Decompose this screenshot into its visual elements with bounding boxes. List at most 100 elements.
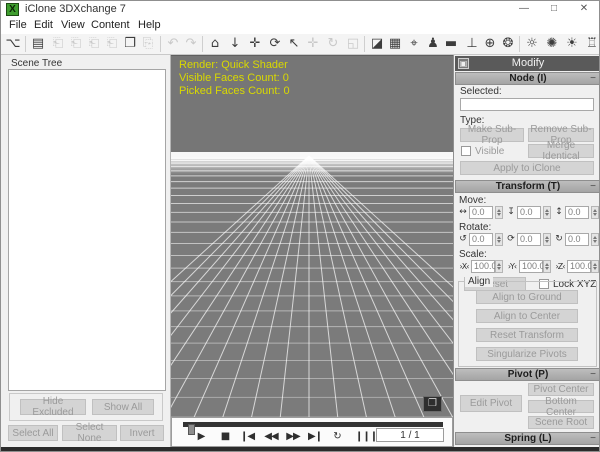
- spin-buttons[interactable]: [591, 260, 599, 273]
- singularize-pivots-button[interactable]: Singularize Pivots: [476, 347, 578, 361]
- world-globe-icon[interactable]: ⊕: [481, 35, 499, 53]
- close-button[interactable]: ✕: [569, 1, 599, 17]
- viewport-3d[interactable]: Render: Quick Shader Visible Faces Count…: [171, 55, 453, 417]
- camera-orbit-icon[interactable]: ⟳: [266, 35, 284, 53]
- select-none-button[interactable]: Select None: [62, 425, 117, 441]
- bottom-center-button[interactable]: Bottom Center: [528, 400, 594, 413]
- grid-toggle-icon[interactable]: ▦: [386, 35, 404, 53]
- scale-x-field[interactable]: 100.0: [471, 260, 495, 273]
- move-y-spinner[interactable]: ↧ 0.0: [505, 206, 551, 219]
- move-x-field[interactable]: 0.0: [469, 206, 493, 219]
- frame-counter-field[interactable]: 1 / 1: [376, 428, 444, 442]
- rotate-z-spinner[interactable]: ↻ 0.0: [553, 233, 599, 246]
- apply-to-iclone-button[interactable]: Apply to iClone: [460, 161, 594, 175]
- rotate-x-field[interactable]: 0.0: [469, 233, 493, 246]
- scene-tree-toggle-icon[interactable]: ⌥: [4, 35, 22, 53]
- spin-buttons[interactable]: [543, 233, 551, 246]
- node-section-header[interactable]: Node (I) −: [455, 72, 600, 85]
- directional-light-icon[interactable]: ☀: [563, 35, 581, 53]
- collapse-icon[interactable]: −: [590, 73, 596, 85]
- fast-forward-button[interactable]: ▶▶: [284, 430, 302, 444]
- hide-excluded-button[interactable]: Hide Excluded: [20, 399, 86, 415]
- frame-mode-button[interactable]: ❙❙❙: [355, 430, 371, 444]
- menu-help[interactable]: Help: [138, 19, 161, 31]
- play-button[interactable]: ▶: [194, 430, 208, 444]
- point-light-icon[interactable]: ☼: [523, 35, 541, 53]
- timeline-track[interactable]: [183, 422, 443, 427]
- reset-transform-button[interactable]: Reset Transform: [476, 328, 578, 342]
- image-display-icon[interactable]: ▬: [442, 35, 460, 53]
- rotate-y-spinner[interactable]: ⟳ 0.0: [505, 233, 551, 246]
- pivot-section-header[interactable]: Pivot (P) −: [455, 368, 600, 381]
- spin-buttons[interactable]: [591, 206, 599, 219]
- merge-identical-button[interactable]: Merge Identical: [528, 144, 594, 158]
- scale-z-field[interactable]: 100.0: [567, 260, 591, 273]
- select-all-button[interactable]: Select All: [8, 425, 58, 441]
- viewport-popout-button[interactable]: ❐: [423, 396, 442, 412]
- align-to-ground-button[interactable]: Align to Ground: [476, 290, 578, 304]
- menu-edit[interactable]: Edit: [34, 19, 53, 31]
- collapse-icon[interactable]: −: [590, 181, 596, 193]
- minimize-button[interactable]: —: [509, 1, 539, 17]
- spin-buttons[interactable]: [543, 260, 551, 273]
- rotate-x-spinner[interactable]: ↺ 0.0: [457, 233, 503, 246]
- menu-content[interactable]: Content: [91, 19, 130, 31]
- edit-pivot-button[interactable]: Edit Pivot: [460, 395, 522, 412]
- spin-buttons[interactable]: [495, 206, 503, 219]
- transform-section-header[interactable]: Transform (T) −: [455, 180, 600, 193]
- align-to-center-button[interactable]: Align to Center: [476, 309, 578, 323]
- move-z-field[interactable]: 0.0: [565, 206, 589, 219]
- scale-y-icon: ›Y‹: [505, 260, 519, 273]
- camera-home-icon[interactable]: ⌂: [206, 35, 224, 53]
- scale-x-spinner[interactable]: ›X‹ 100.0: [457, 260, 503, 273]
- spin-buttons[interactable]: [495, 260, 503, 273]
- stop-button[interactable]: ■: [218, 430, 232, 444]
- rotate-y-field[interactable]: 0.0: [517, 233, 541, 246]
- move-x-spinner[interactable]: ↔ 0.0: [457, 206, 503, 219]
- camera-pan-icon[interactable]: ✛: [246, 35, 264, 53]
- collapse-icon[interactable]: −: [590, 433, 596, 445]
- collapse-icon[interactable]: −: [590, 369, 596, 381]
- rewind-button[interactable]: ◀◀: [262, 430, 280, 444]
- spin-buttons[interactable]: [591, 233, 599, 246]
- pivot-center-button[interactable]: Pivot Center: [528, 383, 594, 396]
- spin-buttons[interactable]: [495, 233, 503, 246]
- move-y-field[interactable]: 0.0: [517, 206, 541, 219]
- scale-y-field[interactable]: 100.0: [519, 260, 543, 273]
- character-display-icon[interactable]: ♟: [424, 35, 442, 53]
- render-state-icon[interactable]: ◪: [368, 35, 386, 53]
- open-file-icon[interactable]: ▤: [29, 35, 47, 53]
- scene-tree-list[interactable]: [8, 69, 166, 391]
- menu-view[interactable]: View: [61, 19, 85, 31]
- scene-tree-panel: Scene Tree Hide Excluded Show All Select…: [1, 55, 171, 447]
- make-sub-prop-button[interactable]: Make Sub-Prop: [460, 128, 524, 142]
- pick-tool-icon[interactable]: ↖: [285, 35, 303, 53]
- camera-zoom-icon[interactable]: ↓: [226, 35, 244, 53]
- scale-z-spinner[interactable]: ›Z‹ 100.0: [553, 260, 599, 273]
- move-z-spinner[interactable]: ↕ 0.0: [553, 206, 599, 219]
- window-bottom-edge: [1, 447, 600, 452]
- loop-button[interactable]: ↻: [329, 430, 345, 444]
- pivot-display-icon[interactable]: ⊥: [463, 35, 481, 53]
- menu-file[interactable]: File: [9, 19, 27, 31]
- spring-section-header[interactable]: Spring (L) −: [455, 432, 600, 445]
- panel-dock-icon[interactable]: ▣: [458, 58, 469, 69]
- scene-root-button[interactable]: Scene Root: [528, 416, 594, 429]
- convert-content-icon[interactable]: ❐: [121, 35, 139, 53]
- stage-preview-icon[interactable]: ♖: [583, 35, 600, 53]
- rotate-tool-icon: ↻: [324, 35, 342, 53]
- rotate-x-icon: ↺: [457, 233, 469, 246]
- go-to-start-button[interactable]: ❙◀: [238, 430, 256, 444]
- scale-y-spinner[interactable]: ›Y‹ 100.0: [505, 260, 551, 273]
- show-all-button[interactable]: Show All: [92, 399, 154, 415]
- invert-button[interactable]: Invert: [120, 425, 164, 441]
- rotate-z-field[interactable]: 0.0: [565, 233, 589, 246]
- shadow-toggle-icon[interactable]: ❂: [499, 35, 517, 53]
- spot-light-icon[interactable]: ✺: [543, 35, 561, 53]
- maximize-button[interactable]: □: [539, 1, 569, 17]
- axis-toggle-icon[interactable]: ⌖: [405, 35, 423, 53]
- visible-checkbox[interactable]: [461, 146, 471, 156]
- selected-value-field[interactable]: [460, 98, 594, 111]
- spin-buttons[interactable]: [543, 206, 551, 219]
- go-to-end-button[interactable]: ▶❙: [306, 430, 324, 444]
